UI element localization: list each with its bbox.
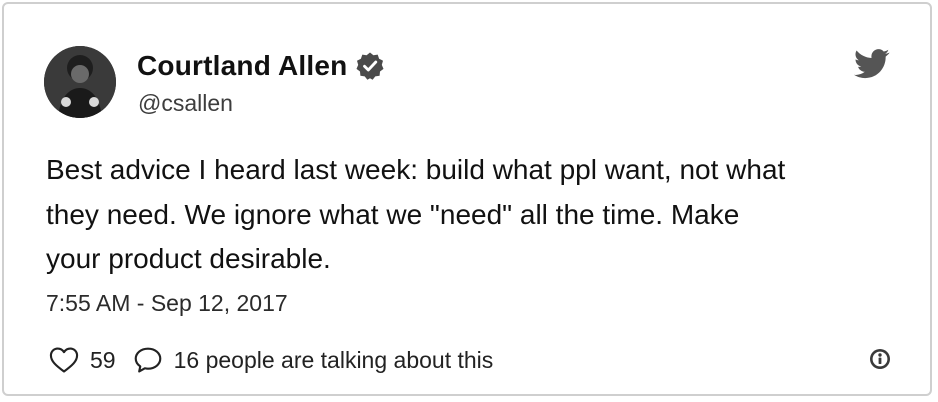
info-icon[interactable]: [868, 347, 892, 371]
author-display-name[interactable]: Courtland Allen: [137, 50, 347, 82]
tweet-text: Best advice I heard last week: build wha…: [46, 154, 786, 274]
conversation-link[interactable]: 16 people are talking about this: [174, 347, 494, 374]
verified-badge-icon: [355, 51, 385, 81]
author-handle[interactable]: @csallen: [138, 90, 233, 117]
tweet-timestamp[interactable]: 7:55 AM - Sep 12, 2017: [46, 290, 288, 317]
heart-icon[interactable]: [48, 344, 80, 376]
speech-bubble-icon[interactable]: [132, 344, 164, 376]
avatar[interactable]: [44, 46, 116, 118]
author-name-row: Courtland Allen: [137, 48, 385, 84]
likes-count[interactable]: 59: [90, 347, 116, 374]
tweet-actions: 59 16 people are talking about this: [48, 342, 493, 378]
tweet-card[interactable]: Courtland Allen @csallen Best advice I h…: [2, 2, 932, 396]
twitter-bird-icon[interactable]: [854, 48, 890, 80]
avatar-image: [44, 46, 116, 118]
